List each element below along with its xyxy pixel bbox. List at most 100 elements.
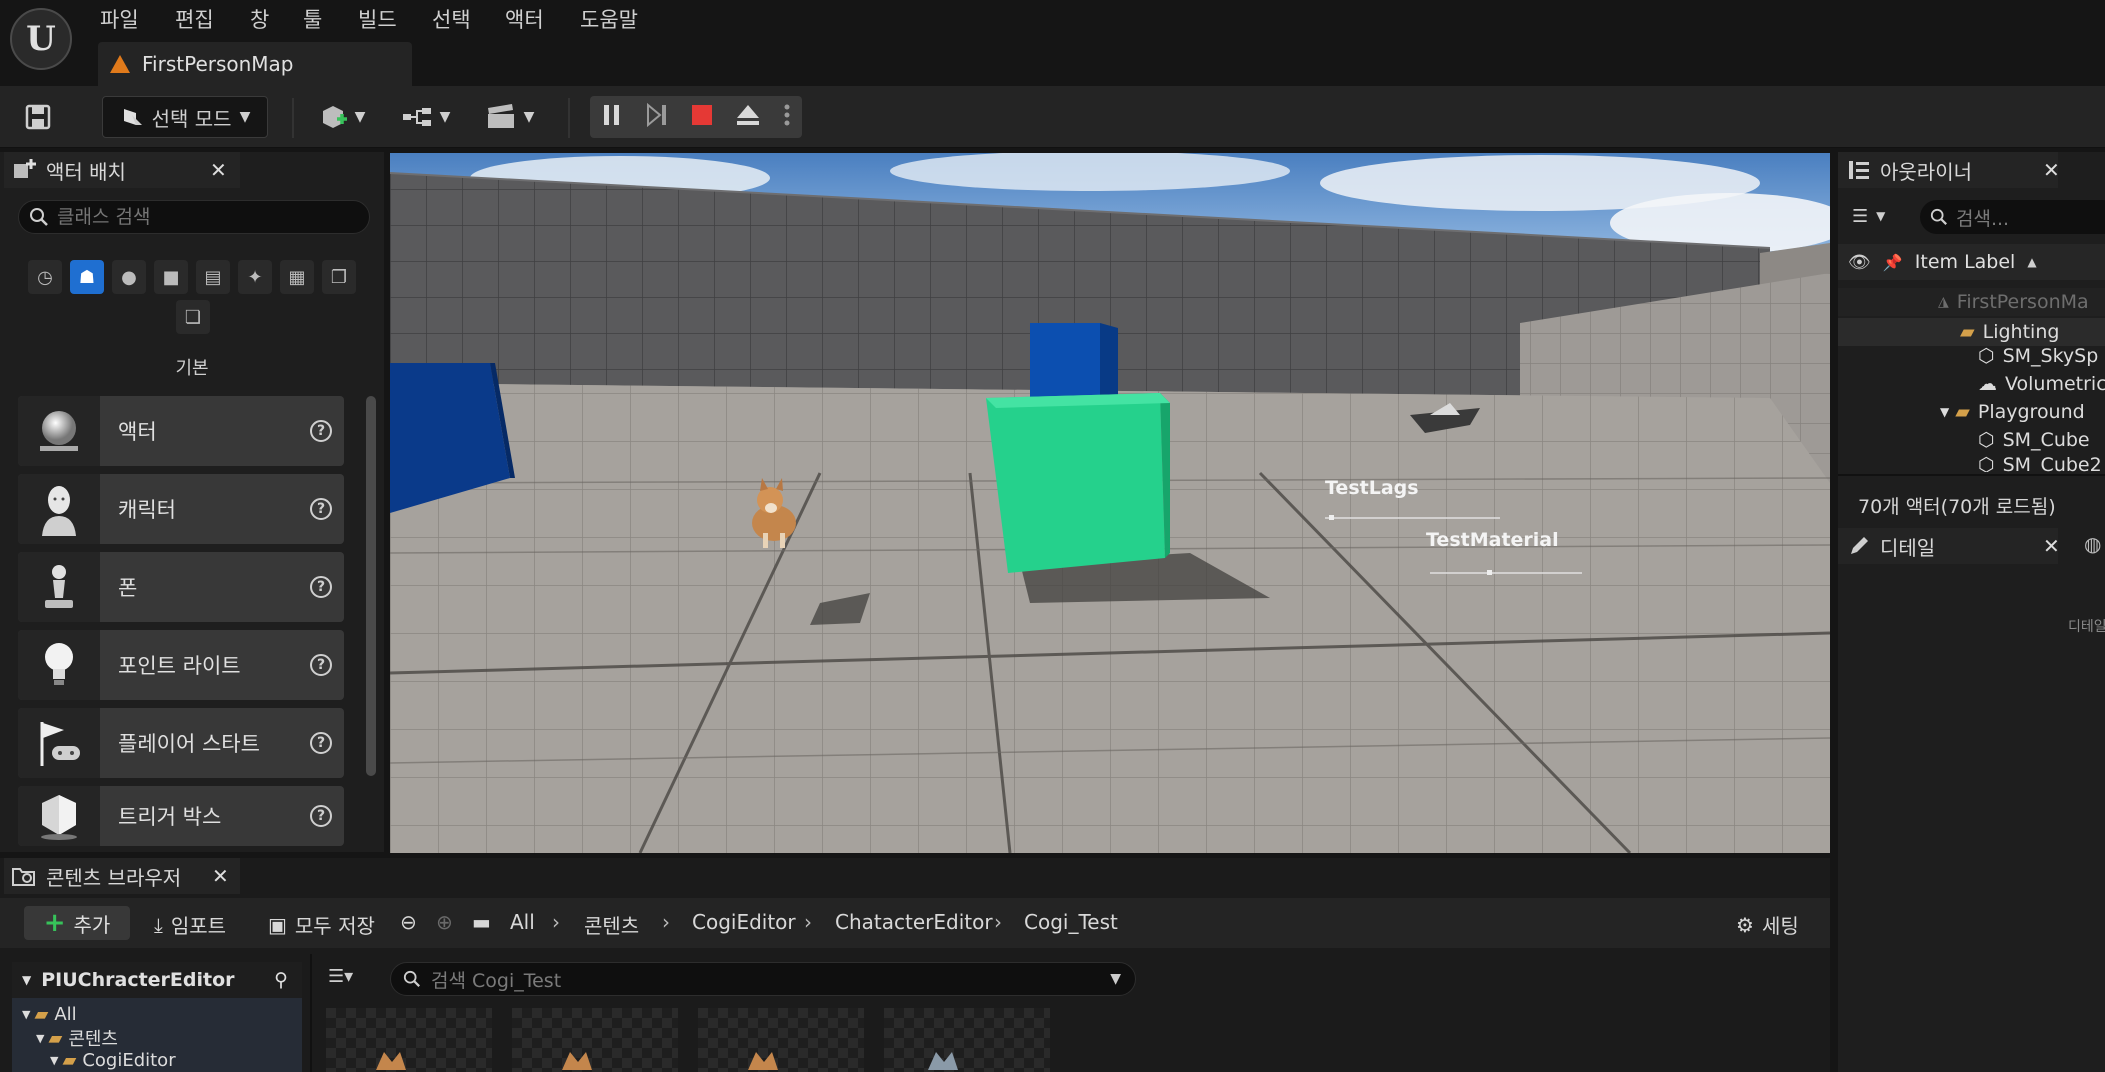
help-icon[interactable]: ? (310, 654, 332, 676)
lights-category-icon[interactable]: ● (112, 260, 146, 294)
close-icon[interactable]: ✕ (2043, 534, 2060, 558)
volumes-category-icon[interactable]: ▦ (280, 260, 314, 294)
map-tab-label: FirstPersonMap (142, 52, 294, 76)
import-button[interactable]: ⤓ 임포트 (154, 910, 226, 939)
asset-search-field[interactable]: 검색 Cogi_Test ▼ (390, 962, 1136, 996)
search-icon[interactable]: ⚲ (274, 969, 288, 991)
more-options-icon[interactable] (783, 103, 791, 132)
actor-count: 70개 액터(70개 로드됨) (1858, 496, 2056, 518)
breadcrumb-all[interactable]: All (510, 910, 535, 934)
chevron-down-icon[interactable]: ▼ (1110, 971, 1121, 987)
help-icon[interactable]: ? (310, 498, 332, 520)
pause-icon[interactable] (601, 103, 623, 132)
blueprint-button[interactable]: ▼ (396, 96, 456, 138)
basic-category-icon[interactable]: ☗ (70, 260, 104, 294)
save-button[interactable] (18, 96, 58, 138)
add-cube-icon (322, 106, 347, 128)
menu-edit[interactable]: 편집 (175, 4, 214, 34)
actor-item-character[interactable]: 캐릭터 ? (18, 474, 344, 544)
actor-item-pawn[interactable]: 폰 ? (18, 552, 344, 622)
chevron-down-icon[interactable]: ▼ (1940, 405, 1949, 419)
menu-bar: U 파일 편집 창 툴 빌드 선택 액터 도움말 FirstPersonMap (0, 0, 2105, 86)
menu-build[interactable]: 빌드 (358, 4, 397, 34)
outliner-row-cube2[interactable]: ⬡ SM_Cube2 (1838, 454, 2105, 472)
outliner-row-volumetric[interactable]: ☁ Volumetric (1838, 370, 2105, 398)
menu-file[interactable]: 파일 (100, 4, 139, 34)
outliner-search-field[interactable]: 검색... (1920, 200, 2105, 234)
menu-help[interactable]: 도움말 (580, 4, 638, 34)
asset-thumbnail[interactable] (698, 1008, 864, 1072)
outliner-row-cube[interactable]: ⬡ SM_Cube (1838, 426, 2105, 454)
outliner-row-label: FirstPersonMa (1956, 291, 2089, 313)
asset-thumbnail[interactable] (326, 1008, 492, 1072)
breadcrumb-cogieditor[interactable]: CogiEditor (692, 910, 796, 934)
shapes-category-icon[interactable]: ■ (154, 260, 188, 294)
unreal-logo-icon[interactable]: U (10, 8, 72, 70)
all-classes-category-icon[interactable]: ❐ (322, 260, 356, 294)
class-search-input[interactable] (57, 206, 347, 228)
sources-header[interactable]: ▼ PIUChracterEditor ⚲ (12, 962, 302, 998)
help-icon[interactable]: ? (310, 420, 332, 442)
help-icon[interactable]: ? (310, 576, 332, 598)
breadcrumb-characteditor[interactable]: ChatacterEditor (835, 910, 993, 934)
folder-icon: ▰ (62, 1049, 77, 1071)
toolbar-separator (568, 98, 570, 138)
actor-item-trigger-box[interactable]: 트리거 박스 ? (18, 786, 344, 846)
save-all-button[interactable]: ▣ 모두 저장 (268, 910, 375, 939)
outliner-row-skysphere[interactable]: ⬡ SM_SkySp (1838, 342, 2105, 370)
map-tab[interactable]: FirstPersonMap (98, 42, 412, 86)
close-icon[interactable]: ✕ (212, 864, 229, 888)
cinematic-category-icon[interactable]: ▤ (196, 260, 230, 294)
step-frame-icon[interactable] (645, 102, 669, 132)
details-tab[interactable]: 디테일 (1838, 528, 2058, 564)
actor-item-point-light[interactable]: 포인트 라이트 ? (18, 630, 344, 700)
help-icon[interactable]: ? (310, 732, 332, 754)
more-category-icon[interactable]: ❏ (176, 300, 210, 334)
play-controls (590, 96, 802, 138)
recent-category-icon[interactable]: ◷ (28, 260, 62, 294)
outliner-row-playground[interactable]: ▼ ▰ Playground (1838, 398, 2105, 426)
chevron-down-icon[interactable]: ▼ (1876, 209, 1885, 223)
actor-item-player-start[interactable]: 플레이어 스타트 ? (18, 708, 344, 778)
outliner-tab[interactable]: 아웃라이너 (1838, 152, 2058, 188)
item-label-column[interactable]: Item Label (1915, 251, 2016, 273)
settings-button[interactable]: ⚙ 세팅 (1736, 910, 1799, 939)
content-browser-tab[interactable]: 콘텐츠 브라우저 (4, 858, 240, 894)
tree-item-cogieditor[interactable]: ▼ ▰ CogiEditor (12, 1048, 279, 1072)
class-search-field[interactable] (18, 200, 370, 234)
menu-tools[interactable]: 툴 (303, 4, 322, 34)
add-button[interactable]: + 추가 (24, 906, 130, 940)
selection-mode-dropdown[interactable]: 선택 모드 ▼ (102, 96, 268, 138)
asset-thumbnail[interactable] (512, 1008, 678, 1072)
breadcrumb-content[interactable]: 콘텐츠 (584, 910, 639, 939)
add-actor-button[interactable]: ▼ (312, 96, 372, 138)
stop-icon[interactable] (691, 103, 713, 132)
scrollbar[interactable] (366, 396, 376, 776)
folder-icon[interactable]: ▬ (472, 910, 491, 934)
level-viewport[interactable]: TestLags TestMaterial (390, 153, 1830, 853)
world-settings-icon[interactable]: ◍ (2084, 532, 2101, 556)
asset-thumbnail[interactable] (884, 1008, 1050, 1072)
actor-item-actor[interactable]: 액터 ? (18, 396, 344, 466)
visibility-eye-icon[interactable]: 👁 (1848, 252, 1871, 273)
close-icon[interactable]: ✕ (210, 158, 227, 182)
filter-icon[interactable]: ☰▾ (328, 966, 353, 987)
menu-actor[interactable]: 액터 (505, 4, 544, 34)
eject-icon[interactable] (735, 103, 761, 132)
menu-select[interactable]: 선택 (432, 4, 471, 34)
menu-window[interactable]: 창 (250, 4, 269, 34)
close-icon[interactable]: ✕ (2043, 158, 2060, 182)
visual-effects-category-icon[interactable]: ✦ (238, 260, 272, 294)
back-arrow-icon[interactable]: ⊖ (400, 910, 417, 934)
cinematics-button[interactable]: ▼ (480, 96, 540, 138)
breadcrumb-cogi-test[interactable]: Cogi_Test (1024, 910, 1118, 934)
viewport-text-testlags: TestLags (1325, 477, 1419, 499)
forward-arrow-icon[interactable]: ⊕ (436, 910, 453, 934)
splitter[interactable] (310, 954, 312, 1072)
help-icon[interactable]: ? (310, 805, 332, 827)
filter-icon[interactable]: ☰ (1852, 206, 1868, 227)
place-actors-tab[interactable]: 액터 배치 (4, 152, 240, 188)
pin-icon[interactable]: 📌 (1883, 253, 1903, 272)
category-label: 기본 (175, 358, 209, 379)
outliner-row-map[interactable]: ◮ FirstPersonMa (1838, 288, 2105, 316)
